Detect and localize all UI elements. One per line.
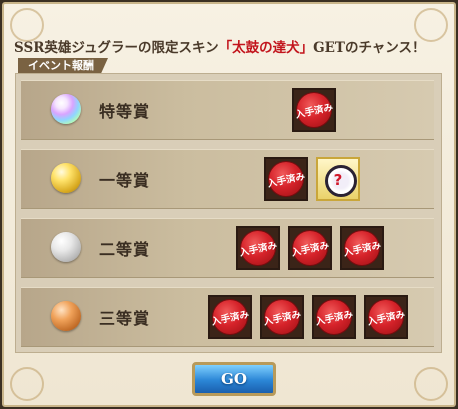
mystery-reward-icon[interactable]: ?	[316, 157, 360, 201]
obtained-stamp-icon[interactable]: 入手済み	[264, 157, 308, 201]
rainbow-orb-icon	[51, 94, 81, 124]
obtained-stamp-icon[interactable]: 入手済み	[312, 295, 356, 339]
obtained-stamp-icon[interactable]: 入手済み	[236, 226, 280, 270]
obtained-stamp-icon[interactable]: 入手済み	[364, 295, 408, 339]
prize-rank: 一等賞	[99, 171, 151, 190]
page-headline: SSR英雄ジュグラーの限定スキン「太鼓の達犬」GETのチャンス！	[14, 36, 426, 56]
corner-ornament	[414, 367, 448, 401]
headline-highlight: 「太鼓の達犬」	[218, 40, 314, 56]
obtained-stamp-icon[interactable]: 入手済み	[260, 295, 304, 339]
mystery-mark: ?	[333, 171, 343, 189]
obtained-stamp-icon[interactable]: 入手済み	[292, 88, 336, 132]
corner-ornament	[10, 367, 44, 401]
prize-row-third: 三等賞 入手済み 入手済み 入手済み 入手済み	[21, 287, 434, 347]
bronze-orb-icon	[51, 301, 81, 331]
section-label: イベント報酬	[18, 58, 108, 74]
gold-orb-icon	[51, 163, 81, 193]
obtained-stamp-icon[interactable]: 入手済み	[340, 226, 384, 270]
prize-rank: 特等賞	[99, 102, 151, 121]
prize-row-first: 一等賞 入手済み ?	[21, 149, 434, 209]
prize-rank: 二等賞	[99, 240, 151, 259]
prize-list: 特等賞 入手済み 一等賞 入手済み ? 二等賞 入手済み 入手済み 入手済み 三…	[15, 73, 442, 353]
prize-items: 入手済み	[292, 88, 336, 132]
prize-row-special: 特等賞 入手済み	[21, 80, 434, 140]
prize-items: 入手済み ?	[264, 157, 360, 201]
obtained-stamp-icon[interactable]: 入手済み	[208, 295, 252, 339]
obtained-stamp-icon[interactable]: 入手済み	[288, 226, 332, 270]
prize-items: 入手済み 入手済み 入手済み	[236, 226, 384, 270]
prize-items: 入手済み 入手済み 入手済み 入手済み	[208, 295, 408, 339]
prize-row-second: 二等賞 入手済み 入手済み 入手済み	[21, 218, 434, 278]
headline-suffix: GETのチャンス！	[313, 40, 426, 56]
silver-orb-icon	[51, 232, 81, 262]
headline-prefix: SSR英雄ジュグラーの限定スキン	[14, 40, 219, 56]
prize-rank: 三等賞	[99, 309, 151, 328]
go-button[interactable]: GO	[192, 362, 276, 396]
